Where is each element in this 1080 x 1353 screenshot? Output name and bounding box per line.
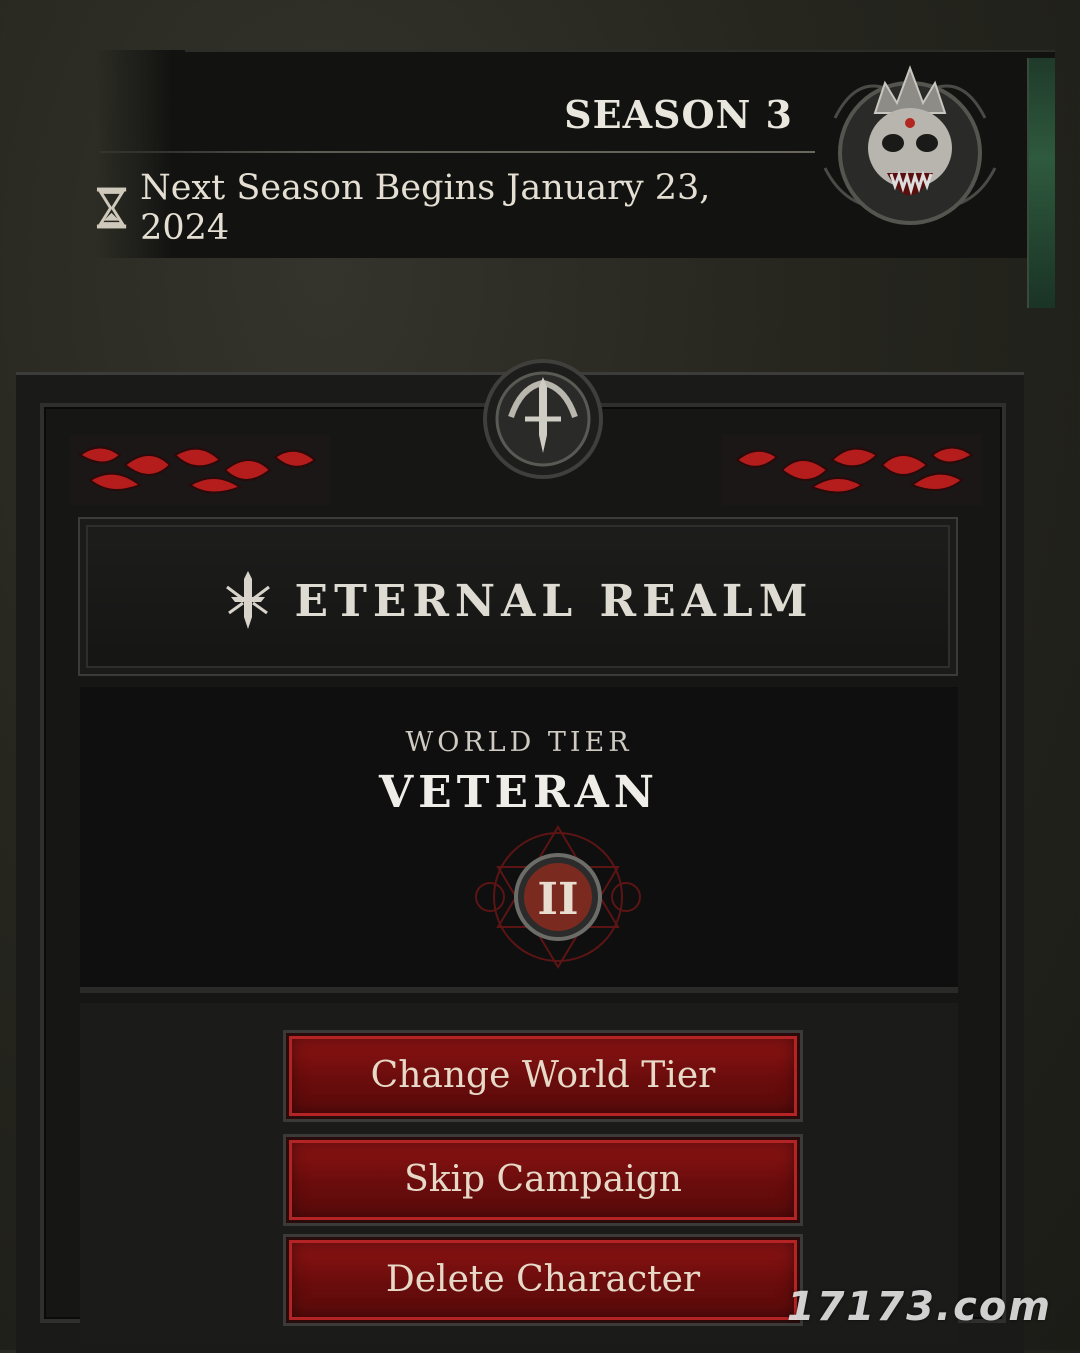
realm-title-row: ETERNAL REALM xyxy=(80,569,956,633)
world-tier-numeral: II xyxy=(537,874,578,925)
sword-emblem-icon xyxy=(225,571,270,629)
red-filigree-ornament-right xyxy=(722,435,982,505)
season-title: SEASON 3 xyxy=(564,92,793,137)
season-skull-icon xyxy=(823,65,997,225)
character-realm-panel: ETERNAL REALM WORLD TIER VETERAN II Chan xyxy=(16,359,1024,1353)
watermark: 17173.com xyxy=(786,1284,1052,1330)
next-season-info: Next Season Begins January 23, 2024 xyxy=(95,168,793,248)
world-tier-label: WORLD TIER xyxy=(405,727,633,758)
banner-top-border xyxy=(185,50,1055,52)
realm-title: ETERNAL REALM xyxy=(294,575,814,627)
world-tier-name: VETERAN xyxy=(379,767,659,818)
panel-frame: ETERNAL REALM WORLD TIER VETERAN II Chan xyxy=(40,359,1006,1343)
next-season-text: Next Season Begins January 23, 2024 xyxy=(140,168,711,248)
realm-header: ETERNAL REALM xyxy=(78,517,958,676)
realm-crest-icon xyxy=(483,359,603,479)
world-tier-section: WORLD TIER VETERAN II xyxy=(80,687,958,993)
delete-character-button[interactable]: Delete Character xyxy=(286,1237,800,1323)
red-filigree-ornament-left xyxy=(70,435,330,505)
season-banner: SEASON 3 Next Season Begins January 23, … xyxy=(95,50,1055,308)
season-divider xyxy=(100,151,815,153)
skip-campaign-button[interactable]: Skip Campaign xyxy=(286,1137,800,1223)
change-world-tier-button[interactable]: Change World Tier xyxy=(286,1033,800,1119)
hourglass-icon xyxy=(96,187,127,229)
world-tier-sigil-icon: II xyxy=(475,825,641,969)
side-tab-edge xyxy=(1027,58,1055,308)
